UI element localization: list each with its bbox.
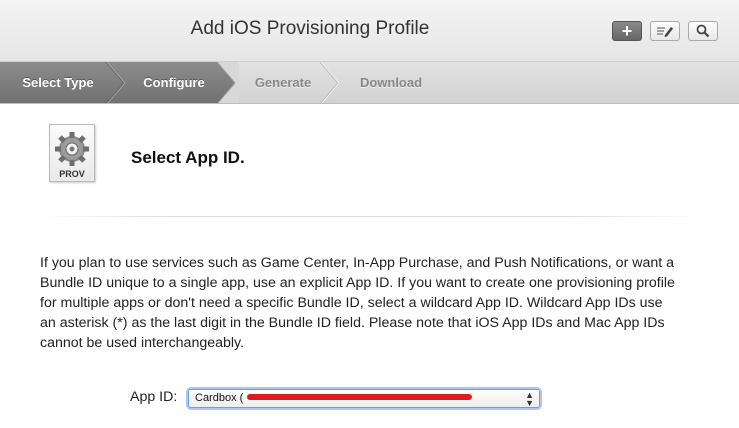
step-generate: Generate — [254, 75, 312, 90]
section-divider — [40, 216, 700, 217]
section-title: Select App ID. — [131, 148, 245, 167]
gear-icon — [55, 132, 89, 166]
step-download: Download — [359, 75, 423, 90]
redaction-mark — [247, 394, 473, 401]
edit-button[interactable] — [650, 21, 680, 41]
app-id-selected-value: Cardbox ( — [195, 392, 244, 404]
app-id-label: App ID: — [130, 389, 178, 405]
step-configure: Configure — [143, 75, 205, 90]
add-button[interactable]: + — [612, 21, 642, 41]
search-button[interactable] — [688, 21, 718, 41]
prov-label: PROV — [59, 169, 85, 179]
step-select-type: Select Type — [22, 75, 94, 90]
plus-icon: + — [621, 20, 633, 41]
step-progress-bar: Select Type Configure Generate Download — [0, 62, 739, 104]
page-header: Add iOS Provisioning Profile + — [0, 0, 739, 62]
app-id-description: If you plan to use services such as Game… — [40, 255, 675, 351]
edit-icon — [657, 27, 673, 37]
search-icon — [696, 24, 710, 38]
page-title: Add iOS Provisioning Profile — [190, 18, 430, 39]
select-arrows-icon: ▲ ▼ — [525, 390, 534, 408]
provisioning-profile-icon: PROV — [49, 124, 95, 182]
app-id-select[interactable]: Cardbox ( ▲ ▼ — [188, 389, 540, 408]
